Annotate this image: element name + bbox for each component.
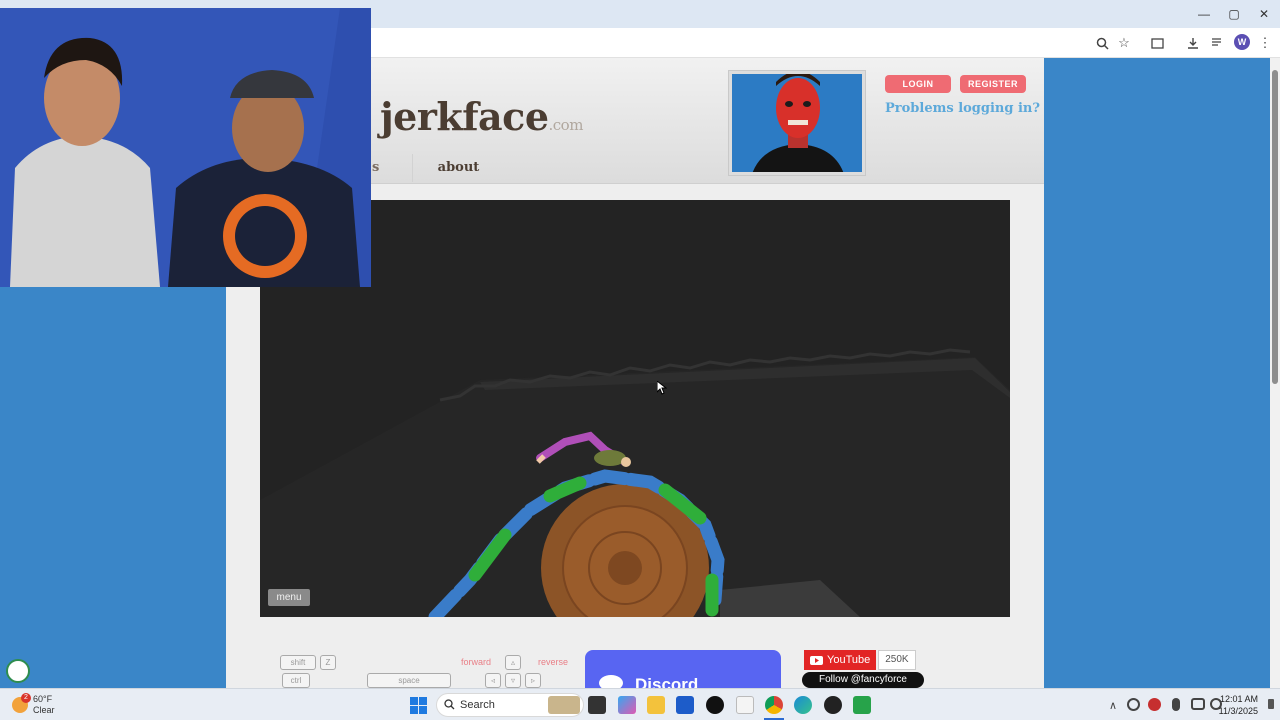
task-view-icon[interactable] (588, 696, 606, 714)
restore-button[interactable]: ▢ (1219, 4, 1249, 24)
weather-temp: 60°F (33, 694, 53, 704)
site-logo[interactable]: ljerkface.com (352, 94, 584, 139)
app-arrow-icon[interactable] (853, 696, 871, 714)
search-label: Search (460, 699, 495, 711)
youtube-button[interactable]: YouTube (804, 650, 877, 670)
webcam-overlay (0, 8, 371, 287)
zoom-icon[interactable] (1093, 34, 1111, 52)
minimize-button[interactable]: — (1189, 4, 1219, 24)
chrome-icon[interactable] (765, 696, 783, 714)
up-arrow-key-hint: ▵ (505, 655, 521, 670)
mouse-cursor-icon (657, 381, 667, 395)
login-button[interactable]: LOGIN (885, 75, 951, 93)
download-icon[interactable] (1184, 34, 1202, 52)
menu-kebab-icon[interactable]: ⋮ (1256, 34, 1274, 52)
windows-taskbar: 2 60°F Clear Search ∧ 12:01 AM 11/3/2025 (0, 688, 1280, 720)
red-face-portrait-image (732, 74, 862, 172)
windows-start-icon[interactable] (410, 697, 427, 714)
youtube-subscribe[interactable]: YouTube 250K (804, 650, 916, 670)
tray-mic-icon[interactable] (1172, 698, 1180, 711)
notepad-icon[interactable] (736, 696, 754, 714)
logo-text: jerkface (379, 94, 549, 139)
notification-bell-icon[interactable] (1268, 699, 1274, 709)
tray-display-icon[interactable] (1191, 698, 1205, 710)
copilot-icon[interactable] (618, 696, 636, 714)
z-key-hint: Z (320, 655, 336, 670)
register-button[interactable]: REGISTER (960, 75, 1026, 93)
scrollbar-thumb[interactable] (1272, 70, 1278, 384)
taskbar-clock[interactable]: 12:01 AM 11/3/2025 (1219, 693, 1258, 717)
featured-portrait (728, 70, 866, 176)
youtube-play-icon (810, 655, 823, 665)
xbox-icon[interactable] (824, 696, 842, 714)
logo-suffix: .com (548, 116, 584, 134)
nav-about[interactable]: about (412, 154, 504, 182)
down-arrow-key-hint: ▿ (505, 673, 521, 688)
right-arrow-key-hint: ▹ (525, 673, 541, 688)
tab-search-icon[interactable] (1148, 34, 1166, 52)
forward-label: forward (461, 657, 492, 667)
tray-sync-icon[interactable] (1127, 698, 1140, 711)
file-explorer-icon[interactable] (647, 696, 665, 714)
space-key-hint: space (367, 673, 451, 688)
clock-time: 12:01 AM (1219, 694, 1258, 704)
discord-logo-icon (599, 675, 623, 689)
close-button[interactable]: ✕ (1249, 4, 1279, 24)
profile-avatar[interactable]: W (1234, 34, 1250, 50)
store-icon[interactable] (676, 696, 694, 714)
shift-key-hint: shift (280, 655, 316, 670)
search-highlight-image (548, 696, 580, 714)
page-scrollbar[interactable] (1270, 58, 1280, 688)
tray-app-icon[interactable] (1148, 698, 1161, 711)
weather-badge: 2 (21, 693, 31, 703)
ctrl-key-hint: ctrl (282, 673, 310, 688)
reverse-label: reverse (538, 657, 569, 667)
clock-date: 11/3/2025 (1218, 706, 1258, 716)
game-canvas[interactable]: menu (260, 200, 1010, 617)
problems-logging-in-link[interactable]: Problems logging in? (885, 101, 1040, 116)
media-control-icon[interactable] (1208, 34, 1226, 52)
search-icon (444, 699, 455, 710)
youtube-subscriber-count: 250K (878, 650, 916, 670)
weather-condition: Clear (33, 705, 55, 715)
edge-icon[interactable] (794, 696, 812, 714)
x-follow-button[interactable]: Follow @fancyforce (802, 672, 924, 688)
nav-item-partial[interactable]: s (372, 154, 412, 182)
tiktok-icon[interactable] (706, 696, 724, 714)
tray-chevron-icon[interactable]: ∧ (1104, 696, 1122, 714)
youtube-label: YouTube (827, 654, 871, 666)
weather-widget[interactable]: 60°F Clear (33, 694, 55, 716)
bookmark-star-icon[interactable]: ☆ (1115, 34, 1133, 52)
webcam-video-feed (0, 8, 371, 287)
game-scene (260, 200, 1010, 617)
floating-assistant-icon[interactable] (6, 659, 30, 683)
game-menu-button[interactable]: menu (268, 589, 310, 606)
left-arrow-key-hint: ◃ (485, 673, 501, 688)
